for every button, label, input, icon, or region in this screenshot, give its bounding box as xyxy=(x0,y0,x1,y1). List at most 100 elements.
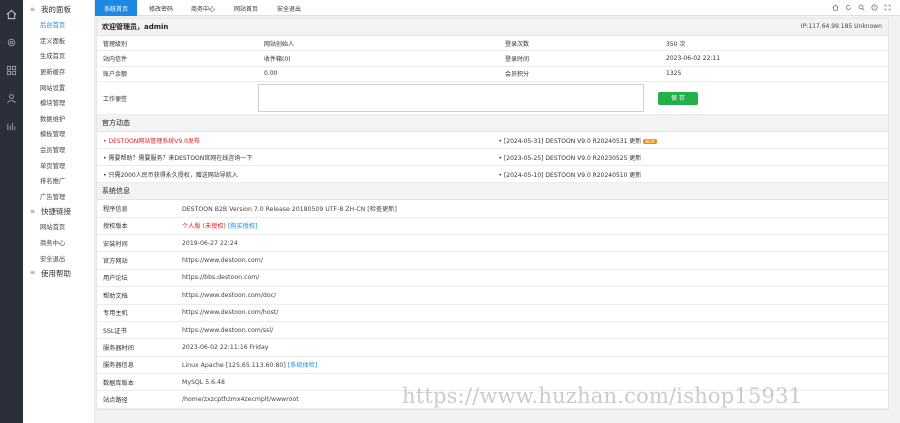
system-label: 数据库版本 xyxy=(103,379,134,387)
system-check-link[interactable]: [系统体检] xyxy=(288,362,318,369)
home-icon[interactable] xyxy=(4,7,19,22)
system-row: 安装时间 2019-06-27 22:24 xyxy=(97,235,888,253)
sidebar-group-help[interactable]: ≡ 使用帮助 xyxy=(23,266,94,281)
sidebar-item-website[interactable]: 网站首页 xyxy=(23,219,94,235)
sidebar-group-panel[interactable]: ≡ 我的面板 xyxy=(23,2,94,17)
account-value: 1325 xyxy=(666,70,682,78)
system-link[interactable]: https://bbs.destoon.com/ xyxy=(182,274,259,281)
sidebar-item-home[interactable]: 后台首页 xyxy=(23,17,94,33)
tab-system-home[interactable]: 系统首页 xyxy=(95,0,137,16)
license-status: 个人版 (未授权) xyxy=(182,223,226,231)
tab-logout[interactable]: 安全退出 xyxy=(269,0,309,16)
system-value: /home/zxzcpthzmx4zecmplt/wwwroot xyxy=(182,396,299,404)
welcome-text: 欢迎管理员，admin xyxy=(102,23,169,31)
system-label: 帮助文档 xyxy=(103,292,128,300)
notice-row: • DESTOON网站管理系统V9.0发布 • [2024-05-31] DES… xyxy=(97,132,889,150)
account-label: 管理级别 xyxy=(103,40,128,48)
account-label: 账户余额 xyxy=(103,71,128,79)
system-value: MySQL 5.6.48 xyxy=(182,378,225,386)
sidebar-item-logout[interactable]: 安全退出 xyxy=(23,250,94,266)
save-button[interactable]: 保 存 xyxy=(658,91,698,105)
notes-label: 工作便签 xyxy=(103,95,128,103)
notice-link[interactable]: • 需要帮助？需要服务？来DESTOON官网在线咨询一下 xyxy=(97,153,493,162)
account-row: 管理级别 网站创始人 登录次数 350 次 xyxy=(97,36,888,52)
account-row: 站内信件 收件箱(0) 登录时间 2023-06-02 22:11 xyxy=(97,51,888,67)
system-header: 系统信息 xyxy=(97,183,888,201)
inbox-link[interactable]: 收件箱(0) xyxy=(258,54,499,63)
system-label: 程序信息 xyxy=(103,205,128,213)
top-bar: 系统首页 修改密码 商务中心 网站首页 安全退出 ? xyxy=(95,0,900,16)
search-icon[interactable] xyxy=(857,3,865,12)
update-link[interactable]: • [2024-05-10] DESTOON V9.0 R20240510 更新 xyxy=(493,170,889,179)
sidebar: ≡ 我的面板 后台首页 定义面板 生成首页 更新缓存 网站设置 模块管理 数据维… xyxy=(23,0,95,423)
account-value: 350 次 xyxy=(666,40,686,48)
sidebar-item-members[interactable]: 会员管理 xyxy=(23,142,94,158)
update-text: • [2024-05-31] DESTOON V9.0 R20240531 更新 xyxy=(498,137,642,145)
sidebar-item-data[interactable]: 数据维护 xyxy=(23,111,94,127)
fullscreen-icon[interactable] xyxy=(883,3,891,12)
system-label: 服务器时间 xyxy=(103,344,134,352)
svg-text:?: ? xyxy=(873,6,875,10)
icon-rail xyxy=(0,0,23,423)
update-link[interactable]: • [2024-05-31] DESTOON V9.0 R20240531 更新… xyxy=(493,136,889,145)
system-row: 程序信息 DESTOON B2B Version 7.0 Release 201… xyxy=(97,200,888,218)
sidebar-group-title: 我的面板 xyxy=(41,5,71,14)
menu-icon: ≡ xyxy=(30,207,36,215)
sidebar-item-custom-panel[interactable]: 定义面板 xyxy=(23,33,94,49)
account-value: 网站创始人 xyxy=(264,40,295,48)
sidebar-item-ads[interactable]: 广告管理 xyxy=(23,189,94,205)
account-label: 会员积分 xyxy=(505,71,530,79)
notes-textarea[interactable] xyxy=(258,84,644,113)
sidebar-item-modules[interactable]: 模块管理 xyxy=(23,95,94,111)
system-row: 帮助文档 https://www.destoon.com/doc/ xyxy=(97,287,888,305)
notice-link[interactable]: • DESTOON网站管理系统V9.0发布 xyxy=(97,136,493,145)
system-label: 官方网站 xyxy=(103,258,128,266)
system-label: SSL证书 xyxy=(103,327,127,335)
chart-icon[interactable] xyxy=(4,119,19,134)
gear-icon[interactable] xyxy=(4,35,19,50)
version-link[interactable]: DESTOON B2B Version 7.0 Release 20180509… xyxy=(182,204,397,213)
sidebar-group-quicklinks[interactable]: ≡ 快捷链接 xyxy=(23,204,94,219)
system-link[interactable]: https://www.destoon.com/doc/ xyxy=(182,292,276,299)
watermark: https://www.huzhan.com/ishop15931 xyxy=(402,384,803,408)
buy-license-link[interactable]: [购买授权] xyxy=(228,223,258,230)
sidebar-group-title: 使用帮助 xyxy=(41,268,71,278)
sidebar-item-ranking[interactable]: 排名推广 xyxy=(23,173,94,189)
tab-business-center[interactable]: 商务中心 xyxy=(183,0,223,16)
home-icon[interactable] xyxy=(831,3,839,12)
grid-icon[interactable] xyxy=(4,63,19,78)
system-row: 服务器信息 Linux Apache [125.65.113.60:80] [系… xyxy=(97,357,888,375)
sidebar-item-templates[interactable]: 模板管理 xyxy=(23,126,94,142)
refresh-icon[interactable] xyxy=(844,3,852,12)
system-link[interactable]: https://www.destoon.com/host/ xyxy=(182,309,278,316)
tab-change-password[interactable]: 修改密码 xyxy=(141,0,181,16)
sidebar-item-pages[interactable]: 单页管理 xyxy=(23,157,94,173)
account-label: 站内信件 xyxy=(103,56,128,64)
user-icon[interactable] xyxy=(4,91,19,106)
update-link[interactable]: • [2023-05-25] DESTOON V9.0 R20230525 更新 xyxy=(493,153,889,162)
ip-info: IP:117.64.99.185 Unknown xyxy=(800,23,882,30)
system-label: 安装时间 xyxy=(103,240,128,248)
system-label: 站点路径 xyxy=(103,397,128,405)
menu-icon: ≡ xyxy=(30,269,36,277)
notices-title: 官方动态 xyxy=(102,119,130,128)
sidebar-item-generate-home[interactable]: 生成首页 xyxy=(23,48,94,64)
system-label: 授权版本 xyxy=(103,223,128,231)
system-row: 服务器时间 2023-06-02 22:11:16 Friday xyxy=(97,339,888,357)
system-link[interactable]: https://www.destoon.com/ xyxy=(182,257,263,264)
account-label: 登录时间 xyxy=(505,56,530,64)
system-link[interactable]: https://www.destoon.com/ssl/ xyxy=(182,327,273,334)
menu-icon: ≡ xyxy=(30,5,36,13)
help-icon[interactable]: ? xyxy=(870,3,878,12)
notice-link[interactable]: • 只需2000人民币获得永久授权，赠送网站导航入 xyxy=(97,170,493,179)
notice-row: • 需要帮助？需要服务？来DESTOON官网在线咨询一下 • [2023-05-… xyxy=(97,149,889,167)
system-value: 2019-06-27 22:24 xyxy=(182,239,238,247)
tab-website-home[interactable]: 网站首页 xyxy=(226,0,266,16)
sidebar-item-site-settings[interactable]: 网站设置 xyxy=(23,79,94,95)
system-value: Linux Apache [125.65.113.60:80] xyxy=(182,362,286,370)
system-row: 授权版本 个人版 (未授权) [购买授权] xyxy=(97,218,888,235)
notices-header: 官方动态 xyxy=(97,115,888,133)
sidebar-item-business[interactable]: 商务中心 xyxy=(23,235,94,251)
new-badge: NEW xyxy=(643,138,657,144)
sidebar-item-update-cache[interactable]: 更新缓存 xyxy=(23,64,94,80)
